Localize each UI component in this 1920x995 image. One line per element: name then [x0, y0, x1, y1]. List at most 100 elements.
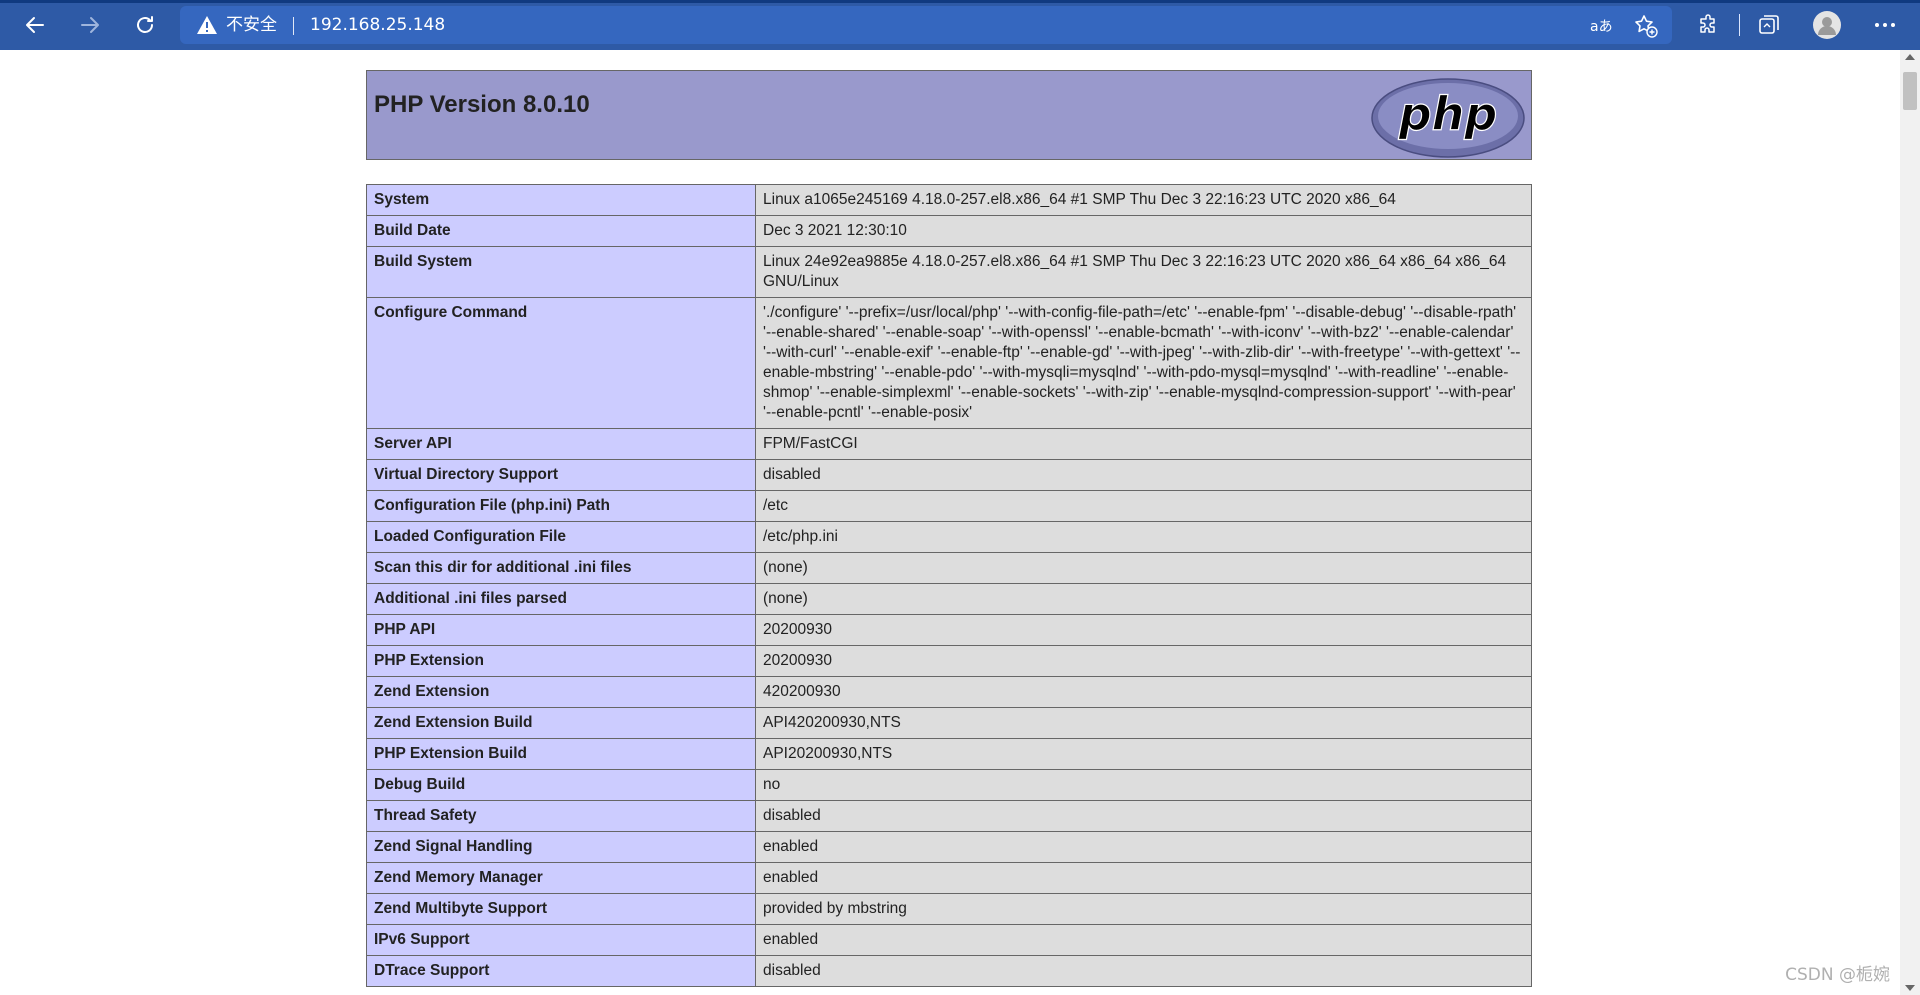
row-label: Zend Signal Handling — [366, 831, 756, 863]
row-value: disabled — [755, 955, 1532, 987]
table-row: Loaded Configuration File/etc/php.ini — [366, 521, 1532, 553]
table-row: Server API FPM/FastCGI — [366, 428, 1532, 460]
refresh-icon — [137, 16, 153, 33]
php-info-table: System Linux a1065e245169 4.18.0-257.el8.… — [366, 184, 1532, 987]
row-label: IPv6 Support — [366, 924, 756, 956]
back-arrow-icon — [26, 17, 44, 33]
table-row: Thread Safety disabled — [366, 800, 1532, 832]
read-aloud-icon: aあ — [1590, 19, 1613, 35]
table-row: Configure Command './configure' '--prefix… — [366, 297, 1532, 429]
row-label: Configure Command — [366, 297, 756, 429]
row-label: Zend Memory Manager — [366, 862, 756, 894]
row-value: enabled — [755, 831, 1532, 863]
row-label: Additional .ini files parsed — [366, 583, 756, 615]
table-row: PHP API 20200930 — [366, 614, 1532, 646]
scroll-up-arrow-icon[interactable] — [1905, 54, 1915, 60]
row-value: disabled — [755, 459, 1532, 491]
collections-button[interactable] — [1754, 10, 1784, 40]
favorite-add-icon — [1635, 15, 1658, 38]
row-label: Debug Build — [366, 769, 756, 801]
more-menu-icon — [1875, 23, 1895, 27]
row-value: FPM/FastCGI — [755, 428, 1532, 460]
row-value: disabled — [755, 800, 1532, 832]
table-row: System Linux a1065e245169 4.18.0-257.el8.… — [366, 184, 1532, 216]
vertical-scrollbar[interactable] — [1900, 50, 1920, 995]
row-value: no — [755, 769, 1532, 801]
table-row: Configuration File (php.ini) Path/etc — [366, 490, 1532, 522]
url-text[interactable]: 192.168.25.148 — [310, 14, 445, 36]
page-title: PHP Version 8.0.10 — [374, 91, 590, 118]
address-divider — [293, 17, 294, 35]
back-button[interactable] — [18, 8, 52, 42]
row-value: enabled — [755, 862, 1532, 894]
add-favorite-button[interactable] — [1634, 14, 1658, 38]
table-row: PHP Extension 20200930 — [366, 645, 1532, 677]
forward-arrow-icon — [81, 17, 99, 33]
row-value: Linux a1065e245169 4.18.0-257.el8.x86_64… — [755, 184, 1532, 216]
row-label: Loaded Configuration File — [366, 521, 756, 553]
table-row: DTrace Support disabled — [366, 955, 1532, 987]
table-row: Additional .ini files parsed (none) — [366, 583, 1532, 615]
row-label: Thread Safety — [366, 800, 756, 832]
table-row: Zend Extension 420200930 — [366, 676, 1532, 708]
table-row: Debug Build no — [366, 769, 1532, 801]
extensions-icon — [1700, 14, 1715, 33]
row-label: Scan this dir for additional .ini files — [366, 552, 756, 584]
row-label: Virtual Directory Support — [366, 459, 756, 491]
row-value: /etc — [755, 490, 1532, 522]
row-label: Zend Extension — [366, 676, 756, 708]
row-label: Configuration File (php.ini) Path — [366, 490, 756, 522]
table-row: Build Date Dec 3 2021 12:30:10 — [366, 215, 1532, 247]
window-top-edge — [0, 0, 1920, 3]
address-bar[interactable]: 不安全 192.168.25.148 aあ — [180, 6, 1672, 44]
row-label: PHP Extension — [366, 645, 756, 677]
table-row: PHP Extension Build API20200930,NTS — [366, 738, 1532, 770]
row-label: PHP API — [366, 614, 756, 646]
row-value: (none) — [755, 552, 1532, 584]
row-label: Zend Multibyte Support — [366, 893, 756, 925]
scroll-down-arrow-icon[interactable] — [1905, 985, 1915, 991]
refresh-button[interactable] — [128, 8, 162, 42]
row-label: Build Date — [366, 215, 756, 247]
table-row: Zend Multibyte Support provided by mbstri… — [366, 893, 1532, 925]
scrollbar-thumb[interactable] — [1903, 72, 1917, 110]
row-value: './configure' '--prefix=/usr/local/php' … — [755, 297, 1532, 429]
row-value: 20200930 — [755, 614, 1532, 646]
warning-icon[interactable] — [196, 15, 218, 35]
row-label: Server API — [366, 428, 756, 460]
php-version-header: PHP Version 8.0.10 php — [366, 70, 1532, 160]
row-value: (none) — [755, 583, 1532, 615]
watermark: CSDN @栀婉 — [1785, 965, 1890, 985]
table-row: IPv6 Support enabled — [366, 924, 1532, 956]
table-row: Scan this dir for additional .ini files(… — [366, 552, 1532, 584]
table-row: Zend Memory Manager enabled — [366, 862, 1532, 894]
row-value: Linux 24e92ea9885e 4.18.0-257.el8.x86_64… — [755, 246, 1532, 298]
row-label: PHP Extension Build — [366, 738, 756, 770]
row-label: DTrace Support — [366, 955, 756, 987]
row-value: API420200930,NTS — [755, 707, 1532, 739]
row-value: 420200930 — [755, 676, 1532, 708]
svg-text:aあ: aあ — [1590, 19, 1613, 35]
read-aloud-button[interactable]: aあ — [1590, 14, 1614, 38]
row-value: 20200930 — [755, 645, 1532, 677]
row-label: Build System — [366, 246, 756, 298]
row-value: provided by mbstring — [755, 893, 1532, 925]
toolbar-divider — [1739, 14, 1740, 36]
more-menu-button[interactable] — [1870, 10, 1900, 40]
extensions-button[interactable] — [1694, 10, 1724, 40]
row-value: API20200930,NTS — [755, 738, 1532, 770]
table-row: Build System Linux 24e92ea9885e 4.18.0-25… — [366, 246, 1532, 298]
row-value: Dec 3 2021 12:30:10 — [755, 215, 1532, 247]
table-row: Zend Signal Handling enabled — [366, 831, 1532, 863]
profile-button[interactable] — [1812, 10, 1842, 40]
row-label: System — [366, 184, 756, 216]
row-label: Zend Extension Build — [366, 707, 756, 739]
profile-avatar-icon — [1813, 11, 1841, 39]
php-logo: php — [1371, 78, 1525, 158]
row-value: enabled — [755, 924, 1532, 956]
browser-toolbar: 不安全 192.168.25.148 aあ — [0, 0, 1920, 50]
collections-icon — [1759, 15, 1779, 34]
security-status-label[interactable]: 不安全 — [226, 14, 277, 36]
forward-button[interactable] — [73, 8, 107, 42]
page-viewport: PHP Version 8.0.10 php System Linux a1065… — [0, 50, 1900, 995]
